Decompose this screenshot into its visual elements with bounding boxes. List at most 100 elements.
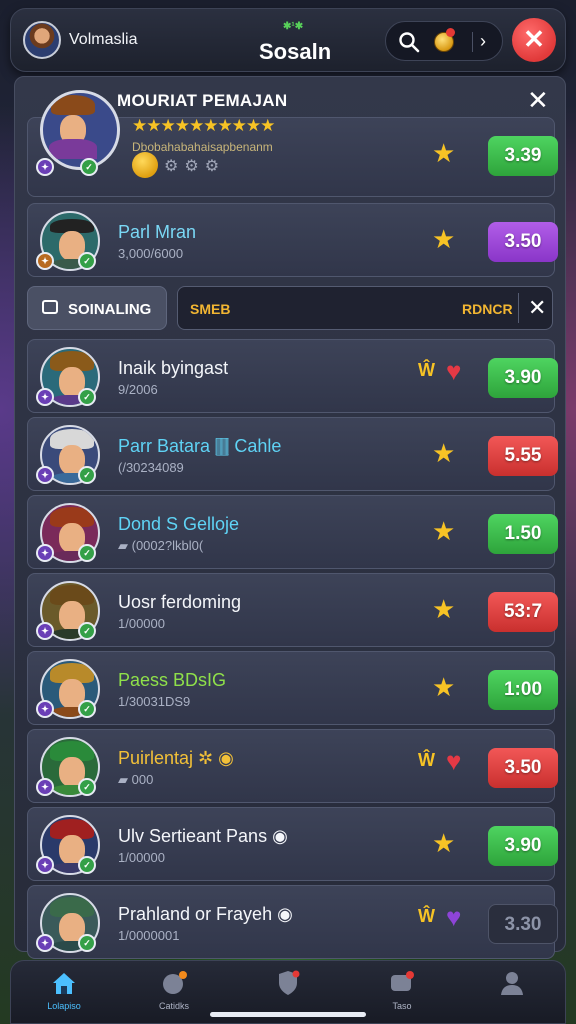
player-card[interactable]: ✦ ✓ Puirlentaj ✲ ◉ ▰ 000 Ŵ ♥ 3.50 (27, 729, 558, 803)
player-name: Puirlentaj ✲ ◉ (118, 748, 234, 768)
rank-badge-icon: ✦ (36, 622, 54, 640)
close-icon[interactable]: ✕ (527, 85, 549, 116)
player-name: Ulv Sertieant Pans ◉ (118, 826, 288, 846)
score-button[interactable]: 53:7 (488, 592, 558, 632)
score-button[interactable]: 1.50 (488, 514, 558, 554)
star-icon[interactable]: ★ (432, 674, 455, 700)
nav-label: Taso (392, 1001, 412, 1011)
player-name: Parr Batara 🀫 Cahle (118, 436, 282, 456)
player-name: Paess BDsIG (118, 670, 227, 690)
player-name: Parl Mran (118, 222, 197, 242)
medal-icon (132, 152, 158, 178)
team-badge-icon: ✓ (80, 158, 98, 176)
star-icon[interactable]: ★ (432, 596, 455, 622)
nav-item-home[interactable]: Lolapiso (19, 969, 109, 1021)
team-badge-icon: ✓ (78, 544, 96, 562)
rank-badge-icon: ✦ (36, 700, 54, 718)
featured-player-card[interactable]: ✦ ✓ ★★★★★★★★★★ Dbobahabahaisapbenanm ⚙⚙⚙… (27, 90, 558, 197)
home-icon (53, 973, 75, 994)
player-stats: 1/30031DS9 (118, 694, 191, 709)
filter-search-value: SMEB (190, 301, 231, 317)
gear-icons: ⚙⚙⚙ (164, 158, 226, 175)
player-stats: 1/00000 (118, 616, 165, 631)
filter-search-field[interactable]: SMEB RDNCR ✕ (177, 286, 553, 330)
rank-badge-icon: ✦ (36, 934, 54, 952)
score-button[interactable]: 1:00 (488, 670, 558, 710)
player-card[interactable]: ✦ ✓ Dond S Gelloje ▰ (0002?lkbl0( ★ 1.50 (27, 495, 558, 569)
player-stats: 1/00000 (118, 850, 165, 865)
rank-badge-icon: ✦ (36, 856, 54, 874)
player-stats: 1/0000001 (118, 928, 180, 943)
rank-badge-icon: ✦ (36, 778, 54, 796)
rank-badge-icon: ✦ (36, 466, 54, 484)
player-card[interactable]: ✦ ✓ Uosr ferdoming 1/00000 ★ 53:7 (27, 573, 558, 647)
player-name: Uosr ferdoming (118, 592, 242, 612)
star-icon[interactable]: ★ (432, 140, 455, 166)
notification-dot (446, 28, 455, 37)
rank-badge-icon: ✦ (36, 158, 54, 176)
score-button[interactable]: 3.39 (488, 136, 558, 176)
lock-icon: Ŵ (418, 360, 435, 380)
brand-name: Volmaslia (69, 31, 138, 48)
player-name: Prahland or Frayeh ◉ (118, 904, 293, 924)
score-button[interactable]: 3.30 (488, 904, 558, 944)
panel-title: MOURIAT PEMAJAN (117, 91, 288, 110)
player-card[interactable]: ✦ ✓ Parl Mran 3,000/6000 ★ 3.50 (27, 203, 558, 277)
score-button[interactable]: 3.90 (488, 826, 558, 866)
home-indicator[interactable] (210, 1012, 366, 1017)
star-icon[interactable]: ★ (432, 518, 455, 544)
player-card[interactable]: ✦ ✓ Inaik byingast 9/2006 Ŵ ♥ 3.90 (27, 339, 558, 413)
divider (518, 293, 519, 323)
rating-stars: ★★★★★★★★★★ (132, 116, 275, 135)
score-button[interactable]: 5.55 (488, 436, 558, 476)
star-icon[interactable]: ★ (432, 830, 455, 856)
close-button[interactable]: ✕ (512, 18, 556, 62)
team-badge-icon: ✓ (78, 934, 96, 952)
ball-icon (163, 971, 187, 994)
avatar (40, 90, 120, 170)
player-name: Inaik byingast (118, 358, 229, 378)
player-card[interactable]: ✦ ✓ Ulv Sertieant Pans ◉ 1/00000 ★ 3.90 (27, 807, 558, 881)
nav-item-profile[interactable] (467, 969, 557, 1021)
team-badge-icon: ✓ (78, 622, 96, 640)
player-card[interactable]: ✦ ✓ Prahland or Frayeh ◉ 1/0000001 Ŵ ♥ 3… (27, 885, 558, 959)
heart-icon[interactable]: ♥ (446, 904, 461, 930)
title-flair-icon: ✱¹✱ (283, 21, 304, 32)
team-badge-icon: ✓ (78, 778, 96, 796)
chevron-right-icon[interactable]: › (480, 31, 486, 52)
filter-icon (42, 300, 58, 314)
star-icon[interactable]: ★ (432, 440, 455, 466)
clear-filter-icon[interactable]: ✕ (528, 295, 546, 321)
player-stats: (/30234089 (118, 460, 184, 475)
nav-item-chat[interactable]: Taso (357, 969, 447, 1021)
heart-icon[interactable]: ♥ (446, 358, 461, 384)
top-bar: Volmaslia ✱¹✱ Sosaln › (10, 8, 566, 72)
header-actions: › (385, 21, 503, 61)
screen-title: Sosaln (259, 39, 332, 64)
nav-label: Catidks (158, 1001, 189, 1011)
leaderboard-panel: MOURIAT PEMAJAN ✕ ✦ ✓ ★★★★★★★★★★ Dbobaha… (14, 76, 566, 959)
nav-item-catidks[interactable]: Catidks (129, 969, 219, 1021)
rank-badge-icon: ✦ (36, 388, 54, 406)
search-icon[interactable] (398, 31, 420, 53)
rank-badge-icon: ✦ (36, 252, 54, 270)
star-icon[interactable]: ★ (432, 226, 455, 252)
team-badge-icon: ✓ (78, 856, 96, 874)
filter-sort-label[interactable]: RDNCR (462, 301, 513, 317)
player-name: Dond S Gelloje (118, 514, 240, 534)
divider (472, 32, 473, 52)
score-button[interactable]: 3.50 (488, 748, 558, 788)
player-card[interactable]: ✦ ✓ Paess BDsIG 1/30031DS9 ★ 1:00 (27, 651, 558, 725)
profile-icon (501, 972, 523, 995)
heart-icon[interactable]: ♥ (446, 748, 461, 774)
featured-subtitle: Dbobahabahaisapbenanm (132, 140, 273, 154)
player-card[interactable]: ✦ ✓ Parr Batara 🀫 Cahle (/30234089 ★ 5.5… (27, 417, 558, 491)
team-badge-icon: ✓ (78, 388, 96, 406)
chat-icon (391, 971, 414, 991)
filter-tab[interactable]: SOINALING (27, 286, 167, 330)
score-button[interactable]: 3.90 (488, 358, 558, 398)
player-stats: 9/2006 (118, 382, 158, 397)
lock-icon: Ŵ (418, 750, 435, 770)
score-button[interactable]: 3.50 (488, 222, 558, 262)
brand-avatar[interactable] (23, 21, 61, 59)
